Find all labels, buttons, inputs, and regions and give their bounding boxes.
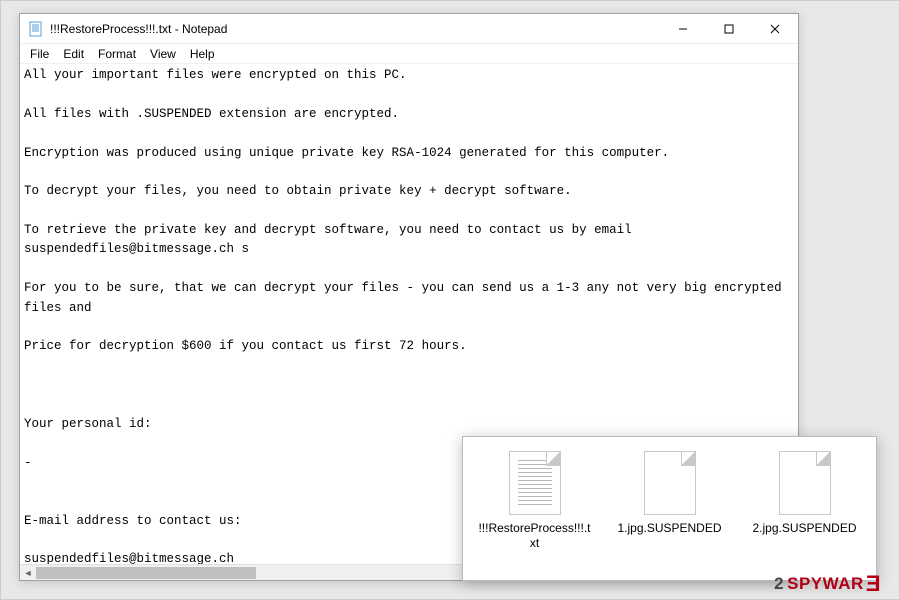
file-label: !!!RestoreProcess!!!.txt <box>477 521 592 551</box>
watermark: 2 SPY WAR Ǝ <box>774 571 881 597</box>
file-item[interactable]: 2.jpg.SUSPENDED <box>741 451 868 536</box>
watermark-spy: SPY <box>787 574 823 594</box>
window-title: !!!RestoreProcess!!!.txt - Notepad <box>50 22 227 36</box>
notepad-icon <box>28 21 44 37</box>
minimize-icon <box>678 24 688 34</box>
file-item[interactable]: 1.jpg.SUSPENDED <box>606 451 733 536</box>
close-button[interactable] <box>752 14 798 44</box>
window-controls <box>660 14 798 44</box>
blank-file-icon <box>779 451 831 515</box>
text-file-icon <box>509 451 561 515</box>
titlebar: !!!RestoreProcess!!!.txt - Notepad <box>20 14 798 44</box>
file-item[interactable]: !!!RestoreProcess!!!.txt <box>471 451 598 551</box>
menu-format[interactable]: Format <box>92 47 142 61</box>
close-icon <box>770 24 780 34</box>
scroll-left-arrow-icon[interactable]: ◄ <box>20 565 36 581</box>
scroll-thumb[interactable] <box>36 567 256 579</box>
file-label: 2.jpg.SUSPENDED <box>752 521 856 536</box>
file-label: 1.jpg.SUSPENDED <box>617 521 721 536</box>
maximize-icon <box>724 24 734 34</box>
watermark-war: WAR <box>823 574 864 594</box>
maximize-button[interactable] <box>706 14 752 44</box>
menu-help[interactable]: Help <box>184 47 221 61</box>
watermark-two: 2 <box>774 574 784 594</box>
title-left: !!!RestoreProcess!!!.txt - Notepad <box>28 21 227 37</box>
watermark-tail: Ǝ <box>866 571 881 597</box>
menubar: File Edit Format View Help <box>20 44 798 64</box>
menu-file[interactable]: File <box>24 47 55 61</box>
menu-edit[interactable]: Edit <box>57 47 90 61</box>
blank-file-icon <box>644 451 696 515</box>
minimize-button[interactable] <box>660 14 706 44</box>
menu-view[interactable]: View <box>144 47 182 61</box>
file-explorer-panel: !!!RestoreProcess!!!.txt 1.jpg.SUSPENDED… <box>462 436 877 581</box>
